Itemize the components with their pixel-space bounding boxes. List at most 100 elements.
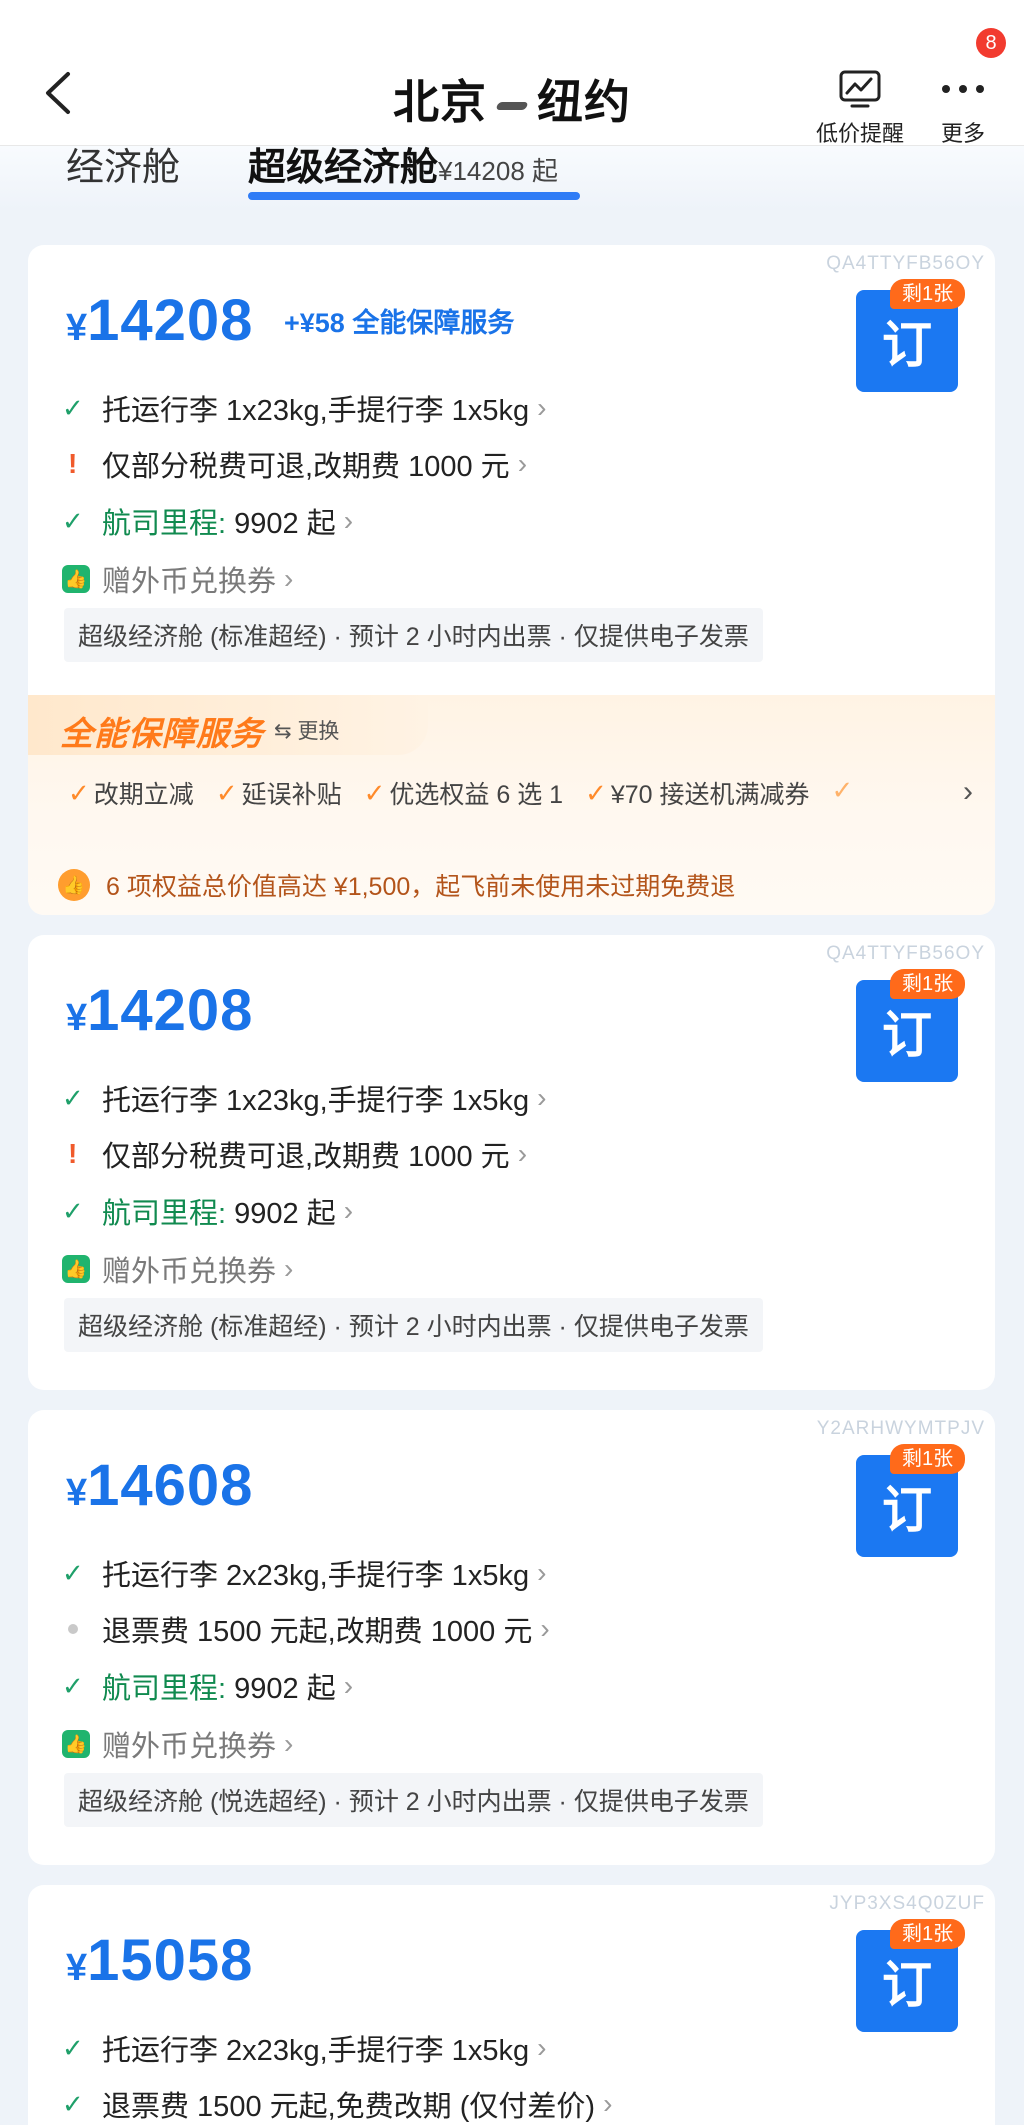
fare-tags: 超级经济舱 (标准超经) · 预计 2 小时内出票 · 仅提供电子发票: [64, 1298, 763, 1352]
gift-text: 赠外币兑换券: [102, 566, 277, 598]
check-icon: ✓: [585, 777, 607, 808]
exclamation-icon: !: [68, 448, 78, 479]
chevron-right-icon: ›: [284, 563, 294, 594]
fare-code: QA4TTYFB56OY: [826, 253, 985, 274]
addon-service[interactable]: +¥58 全能保障服务: [284, 301, 514, 340]
currency-symbol: ¥: [66, 1947, 88, 1989]
more-label: 更多: [940, 121, 985, 146]
baggage-row[interactable]: ✓ 托运行李 1x23kg,手提行李 1x5kg ›: [62, 388, 546, 428]
fare-tags: 超级经济舱 (悦选超经) · 预计 2 小时内出票 · 仅提供电子发票: [64, 1773, 763, 1827]
price-amount: 15058: [87, 1928, 254, 1993]
chevron-right-icon: ›: [603, 2088, 613, 2119]
remaining-seats-badge: 剩1张: [890, 1919, 966, 1949]
more-button[interactable]: 更多: [913, 68, 1013, 148]
price-alert-label: 低价提醒: [815, 121, 904, 146]
miles-value: 9902 起: [234, 1198, 336, 1230]
service-more-chevron[interactable]: ›: [963, 775, 973, 809]
service-title: 全能保障服务: [60, 715, 264, 752]
remaining-seats-badge: 剩1张: [890, 969, 966, 999]
fare-code: JYP3XS4Q0ZUF: [829, 1893, 985, 1914]
gift-row[interactable]: 👍 赠外币兑换券 ›: [62, 1724, 293, 1764]
top-bar: 北京 纽约 低价提醒 更多: [0, 0, 1024, 146]
exclamation-icon: !: [68, 1138, 78, 1169]
currency-symbol: ¥: [66, 1472, 88, 1514]
service-item-label: 改期立减: [93, 781, 194, 809]
notification-badge: 8: [976, 28, 1006, 58]
service-item-label: 延误补贴: [241, 781, 342, 809]
chevron-right-icon: ›: [343, 1670, 354, 1701]
service-item-label: 优选权益 6 选 1: [389, 781, 564, 809]
fare-card[interactable]: JYP3XS4Q0ZUF ¥15058 剩1张 订 ✓ 托运行李 2x23kg,…: [28, 1885, 995, 2125]
currency-symbol: ¥: [66, 307, 88, 349]
refund-row[interactable]: ✓ 退票费 1500 元起,免费改期 (仅付差价) ›: [62, 2084, 612, 2124]
miles-row[interactable]: ✓ 航司里程: 9902 起 ›: [62, 1666, 353, 1706]
thumbs-up-icon: 👍: [62, 1730, 90, 1758]
baggage-text: 托运行李 2x23kg,手提行李 1x5kg: [102, 1560, 530, 1592]
chevron-right-icon: ›: [343, 1195, 354, 1226]
chevron-right-icon: ›: [517, 1138, 528, 1169]
check-icon: ✓: [215, 777, 238, 808]
refund-text: 仅部分税费可退,改期费 1000 元: [102, 1141, 510, 1173]
check-icon: ✓: [62, 1557, 84, 1588]
chevron-right-icon: ›: [517, 448, 528, 479]
check-icon: ✓: [62, 392, 84, 423]
service-change-button[interactable]: ⇆ 更换: [274, 715, 339, 745]
gift-row[interactable]: 👍 赠外币兑换券 ›: [62, 559, 293, 599]
fare-tags: 超级经济舱 (标准超经) · 预计 2 小时内出票 · 仅提供电子发票: [64, 608, 763, 662]
baggage-row[interactable]: ✓ 托运行李 2x23kg,手提行李 1x5kg ›: [62, 1553, 546, 1593]
currency-symbol: ¥: [66, 997, 88, 1039]
miles-label: 航司里程:: [102, 508, 227, 540]
gift-text: 赠外币兑换券: [102, 1256, 277, 1288]
baggage-text: 托运行李 2x23kg,手提行李 1x5kg: [102, 2035, 530, 2067]
check-icon: ✓: [62, 2032, 84, 2063]
chevron-right-icon: ›: [284, 1253, 294, 1284]
origin-city: 北京: [393, 76, 487, 128]
gift-row[interactable]: 👍 赠外币兑换券 ›: [62, 1249, 293, 1289]
price-alert-icon: [839, 70, 881, 108]
refund-row[interactable]: 退票费 1500 元起,改期费 1000 元 ›: [62, 1609, 550, 1649]
refund-row[interactable]: ! 仅部分税费可退,改期费 1000 元 ›: [62, 444, 527, 484]
fare-price: ¥15058: [66, 1927, 253, 1994]
refund-text: 仅部分税费可退,改期费 1000 元: [102, 451, 510, 483]
baggage-row[interactable]: ✓ 托运行李 1x23kg,手提行李 1x5kg ›: [62, 1078, 546, 1118]
active-tab-indicator: [248, 192, 580, 200]
price-amount: 14208: [87, 288, 254, 353]
refund-row[interactable]: ! 仅部分税费可退,改期费 1000 元 ›: [62, 1134, 527, 1174]
fare-price: ¥14608: [66, 1452, 253, 1519]
baggage-text: 托运行李 1x23kg,手提行李 1x5kg: [102, 1085, 530, 1117]
service-item: ✓ 优选权益 6 选 1: [364, 775, 563, 811]
baggage-text: 托运行李 1x23kg,手提行李 1x5kg: [102, 395, 530, 427]
check-icon: ✓: [62, 505, 84, 536]
miles-value: 9902 起: [234, 508, 336, 540]
baggage-row[interactable]: ✓ 托运行李 2x23kg,手提行李 1x5kg ›: [62, 2028, 546, 2068]
miles-label: 航司里程:: [102, 1198, 227, 1230]
check-icon: ✓: [68, 777, 90, 808]
service-item: ✓ 改期立减: [68, 775, 194, 811]
check-icon: ✓: [62, 1195, 84, 1226]
tab-super-economy-label: 超级经济舱: [248, 147, 439, 189]
faded-check-icon: ✓: [831, 775, 854, 805]
check-icon: ✓: [62, 1082, 84, 1113]
fare-price: ¥14208: [66, 977, 253, 1044]
chevron-right-icon: ›: [343, 505, 354, 536]
tab-super-economy-price: ¥14208 起: [438, 156, 558, 186]
fare-card[interactable]: Y2ARHWYMTPJV ¥14608 剩1张 订 ✓ 托运行李 2x23kg,…: [28, 1410, 995, 1865]
price-amount: 14208: [87, 978, 254, 1043]
route-dash-icon: [495, 101, 529, 110]
chevron-right-icon: ›: [540, 1613, 550, 1644]
check-icon: ✓: [62, 1670, 84, 1701]
miles-row[interactable]: ✓ 航司里程: 9902 起 ›: [62, 501, 353, 541]
thumbs-up-icon: 👍: [58, 869, 90, 901]
chevron-right-icon: ›: [284, 1728, 294, 1759]
miles-row[interactable]: ✓ 航司里程: 9902 起 ›: [62, 1191, 353, 1231]
service-items: ✓ 改期立减 ✓ 延误补贴 ✓ 优选权益 6 选 1 ✓ ¥70 接送机满减券 ✓: [68, 775, 853, 811]
service-section: 全能保障服务 ⇆ 更换 ✓ 改期立减 ✓ 延误补贴 ✓ 优选权益 6 选 1 ✓ ¥70…: [28, 695, 995, 915]
fare-price: ¥14208: [66, 287, 253, 354]
fare-card[interactable]: QA4TTYFB56OY ¥14208 +¥58 全能保障服务 剩1张 订 ✓ …: [28, 245, 995, 915]
fare-card[interactable]: QA4TTYFB56OY ¥14208 剩1张 订 ✓ 托运行李 1x23kg,…: [28, 935, 995, 1390]
gift-text: 赠外币兑换券: [102, 1731, 277, 1763]
price-alert-button[interactable]: 低价提醒: [810, 68, 910, 148]
service-note: 👍 6 项权益总价值高达 ¥1,500，起飞前未使用未过期免费退: [58, 867, 735, 903]
thumbs-up-icon: 👍: [62, 1255, 90, 1283]
chevron-right-icon: ›: [537, 2032, 547, 2063]
